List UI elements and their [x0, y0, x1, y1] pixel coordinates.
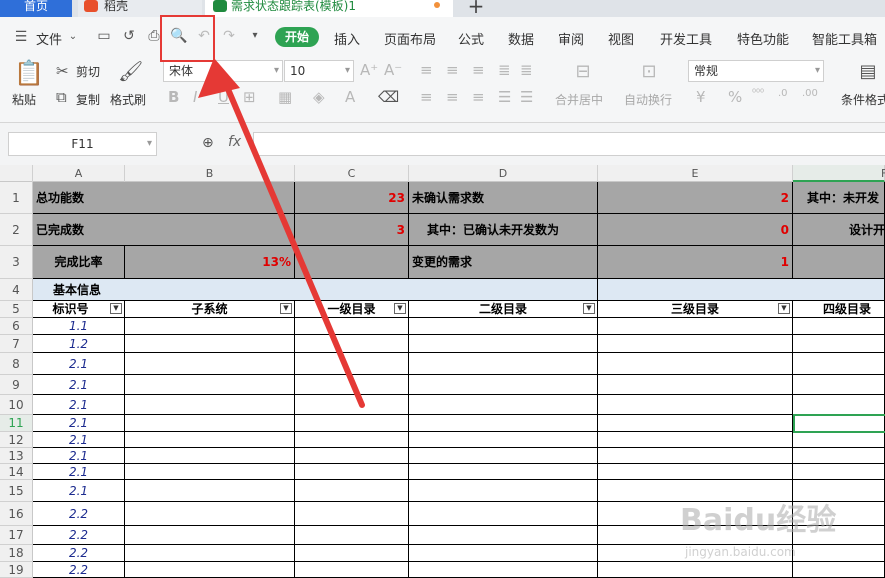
watermark: Baidu经验 — [680, 503, 837, 538]
arrow-shaft — [222, 79, 365, 408]
watermark-url: jingyan.baidu.com — [685, 545, 796, 559]
arrow-head — [198, 58, 240, 98]
annotation-arrow — [198, 58, 365, 408]
